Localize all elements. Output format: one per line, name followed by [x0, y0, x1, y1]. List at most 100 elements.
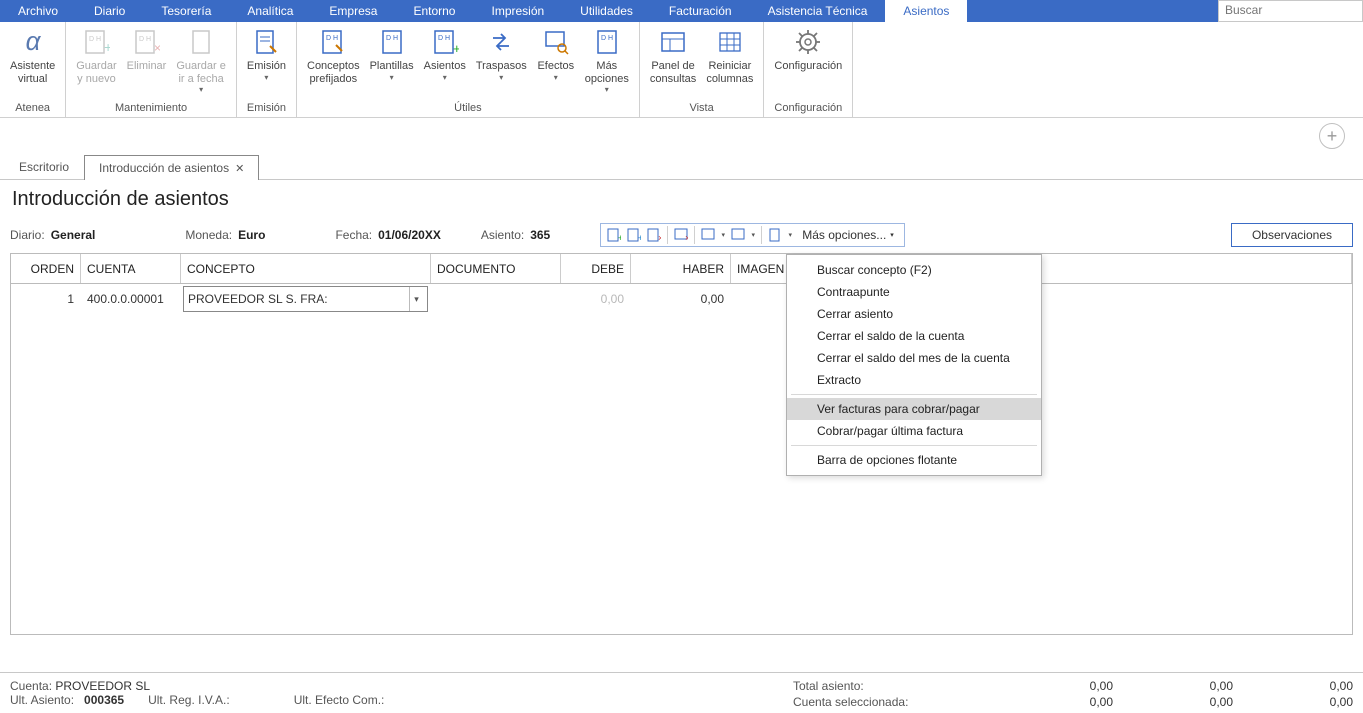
menu-cobrar-pagar[interactable]: Cobrar/pagar última factura — [787, 420, 1041, 442]
reiniciar-columnas-button[interactable]: Reiniciar columnas — [702, 24, 757, 87]
plantillas-button[interactable]: D H Plantillas ▾ — [366, 24, 418, 84]
close-icon[interactable]: ✕ — [235, 162, 244, 175]
chevron-down-icon: ▾ — [264, 73, 268, 82]
mas-opciones-menu: Buscar concepto (F2) Contraapunte Cerrar… — [786, 254, 1042, 476]
emision-button[interactable]: Emisión ▾ — [243, 24, 290, 84]
efectos-button[interactable]: Efectos ▾ — [533, 24, 579, 84]
cell-imagen[interactable] — [731, 284, 791, 314]
col-orden[interactable]: ORDEN — [11, 254, 81, 283]
menu-asistencia[interactable]: Asistencia Técnica — [750, 0, 886, 22]
svg-text:D H: D H — [139, 36, 151, 43]
grid-header: ORDEN CUENTA CONCEPTO DOCUMENTO DEBE HAB… — [11, 254, 1352, 284]
tb-del-icon[interactable]: × — [645, 226, 663, 244]
tab-escritorio[interactable]: Escritorio — [4, 154, 84, 179]
svg-text:D H: D H — [89, 36, 101, 43]
diario-label: Diario: — [10, 228, 45, 242]
asiento-label: Asiento: — [481, 228, 524, 242]
total-v3: 0,00 — [1233, 679, 1353, 693]
doc-dh-icon: D H — [376, 26, 408, 58]
cell-documento[interactable] — [431, 284, 561, 314]
guardar-fecha-button[interactable]: Guardar e ir a fecha ▾ — [172, 24, 230, 96]
panel-consultas-button[interactable]: Panel de consultas — [646, 24, 700, 87]
svg-text:+: + — [453, 41, 459, 56]
svg-text:×: × — [658, 233, 661, 242]
cell-concepto[interactable]: PROVEEDOR SL S. FRA: ▾ — [181, 284, 431, 314]
doc-plus-icon: D H+ — [80, 26, 112, 58]
tb-dd2-icon[interactable] — [729, 226, 747, 244]
configuracion-button[interactable]: Configuración — [770, 24, 846, 75]
menu-cerrar-saldo-cuenta[interactable]: Cerrar el saldo de la cuenta — [787, 325, 1041, 347]
sel-v2: 0,00 — [1113, 695, 1233, 709]
menu-ver-facturas[interactable]: Ver facturas para cobrar/pagar — [787, 398, 1041, 420]
cell-haber[interactable]: 0,00 — [631, 284, 731, 314]
menu-divider — [791, 394, 1037, 395]
status-footer: Cuenta: PROVEEDOR SL Ult. Asiento: 00036… — [0, 672, 1363, 713]
document-tabs: Escritorio Introducción de asientos ✕ — [0, 154, 1363, 180]
menu-extracto[interactable]: Extracto — [787, 369, 1041, 391]
moneda-value: Euro — [238, 228, 265, 242]
ribbon-group-mantenimiento: D H+ Guardar y nuevo D H× Eliminar Guard… — [66, 22, 237, 117]
observaciones-button[interactable]: Observaciones — [1231, 223, 1353, 247]
doc-search-icon — [540, 26, 572, 58]
search-input[interactable] — [1219, 1, 1362, 19]
traspasos-button[interactable]: Traspasos ▾ — [472, 24, 531, 84]
tb-dd1-icon[interactable] — [699, 226, 717, 244]
menu-analitica[interactable]: Analítica — [229, 0, 311, 22]
tb-del2-icon[interactable]: × — [672, 226, 690, 244]
menu-tesoreria[interactable]: Tesorería — [143, 0, 229, 22]
chevron-down-icon: ▾ — [390, 73, 394, 82]
chevron-down-icon[interactable]: ▾ — [786, 231, 794, 239]
menu-barra-flotante[interactable]: Barra de opciones flotante — [787, 449, 1041, 471]
fecha-label: Fecha: — [335, 228, 372, 242]
conceptos-button[interactable]: D H Conceptos prefijados — [303, 24, 364, 87]
search-box[interactable] — [1218, 0, 1363, 22]
chevron-down-icon: ▾ — [499, 73, 503, 82]
guardar-nuevo-button[interactable]: D H+ Guardar y nuevo — [72, 24, 120, 87]
svg-text:×: × — [154, 41, 160, 55]
chevron-down-icon[interactable]: ▾ — [749, 231, 757, 239]
menu-empresa[interactable]: Empresa — [311, 0, 395, 22]
menu-impresion[interactable]: Impresión — [473, 0, 562, 22]
menu-contraapunte[interactable]: Contraapunte — [787, 281, 1041, 303]
chevron-down-icon: ▾ — [199, 85, 203, 94]
col-documento[interactable]: DOCUMENTO — [431, 254, 561, 283]
eliminar-button[interactable]: D H× Eliminar — [123, 24, 171, 75]
tb-dd3-icon[interactable] — [766, 226, 784, 244]
mas-opciones-button[interactable]: D H Más opciones ▾ — [581, 24, 633, 96]
tb-copy-icon[interactable]: + — [625, 226, 643, 244]
menu-facturacion[interactable]: Facturación — [651, 0, 750, 22]
menu-spacer — [967, 0, 1218, 22]
chevron-down-icon[interactable]: ▾ — [719, 231, 727, 239]
menu-asientos[interactable]: Asientos — [885, 0, 967, 22]
gear-icon — [792, 26, 824, 58]
grid-row[interactable]: 1 400.0.0.00001 PROVEEDOR SL S. FRA: ▾ 0… — [11, 284, 1352, 314]
asistente-virtual-button[interactable]: α Asistente virtual — [6, 24, 59, 87]
col-debe[interactable]: DEBE — [561, 254, 631, 283]
col-cuenta[interactable]: CUENTA — [81, 254, 181, 283]
mas-opciones-dropdown[interactable]: Más opciones...▾ — [796, 228, 900, 242]
menu-archivo[interactable]: Archivo — [0, 0, 76, 22]
grid-icon — [714, 26, 746, 58]
menu-utilidades[interactable]: Utilidades — [562, 0, 651, 22]
ribbon-group-vista: Panel de consultas Reiniciar columnas Vi… — [640, 22, 765, 117]
asientos-button[interactable]: D H+ Asientos ▾ — [420, 24, 470, 84]
menu-buscar-concepto[interactable]: Buscar concepto (F2) — [787, 259, 1041, 281]
concepto-input[interactable]: PROVEEDOR SL S. FRA: ▾ — [183, 286, 428, 312]
menu-entorno[interactable]: Entorno — [395, 0, 473, 22]
tab-introduccion-asientos[interactable]: Introducción de asientos ✕ — [84, 155, 259, 180]
entries-grid: ORDEN CUENTA CONCEPTO DOCUMENTO DEBE HAB… — [10, 253, 1353, 635]
tb-new-icon[interactable]: + — [605, 226, 623, 244]
svg-text:D H: D H — [386, 35, 398, 42]
ultreg-label: Ult. Reg. I.V.A.: — [148, 693, 230, 707]
col-haber[interactable]: HABER — [631, 254, 731, 283]
menu-cerrar-saldo-mes[interactable]: Cerrar el saldo del mes de la cuenta — [787, 347, 1041, 369]
chevron-down-icon[interactable]: ▾ — [409, 287, 423, 311]
col-imagen[interactable]: IMAGEN — [731, 254, 791, 283]
menu-diario[interactable]: Diario — [76, 0, 143, 22]
add-tab-button[interactable]: + — [1319, 123, 1345, 149]
cell-debe[interactable]: 0,00 — [561, 284, 631, 314]
sel-v1: 0,00 — [993, 695, 1113, 709]
cell-cuenta[interactable]: 400.0.0.00001 — [81, 284, 181, 314]
col-concepto[interactable]: CONCEPTO — [181, 254, 431, 283]
menu-cerrar-asiento[interactable]: Cerrar asiento — [787, 303, 1041, 325]
